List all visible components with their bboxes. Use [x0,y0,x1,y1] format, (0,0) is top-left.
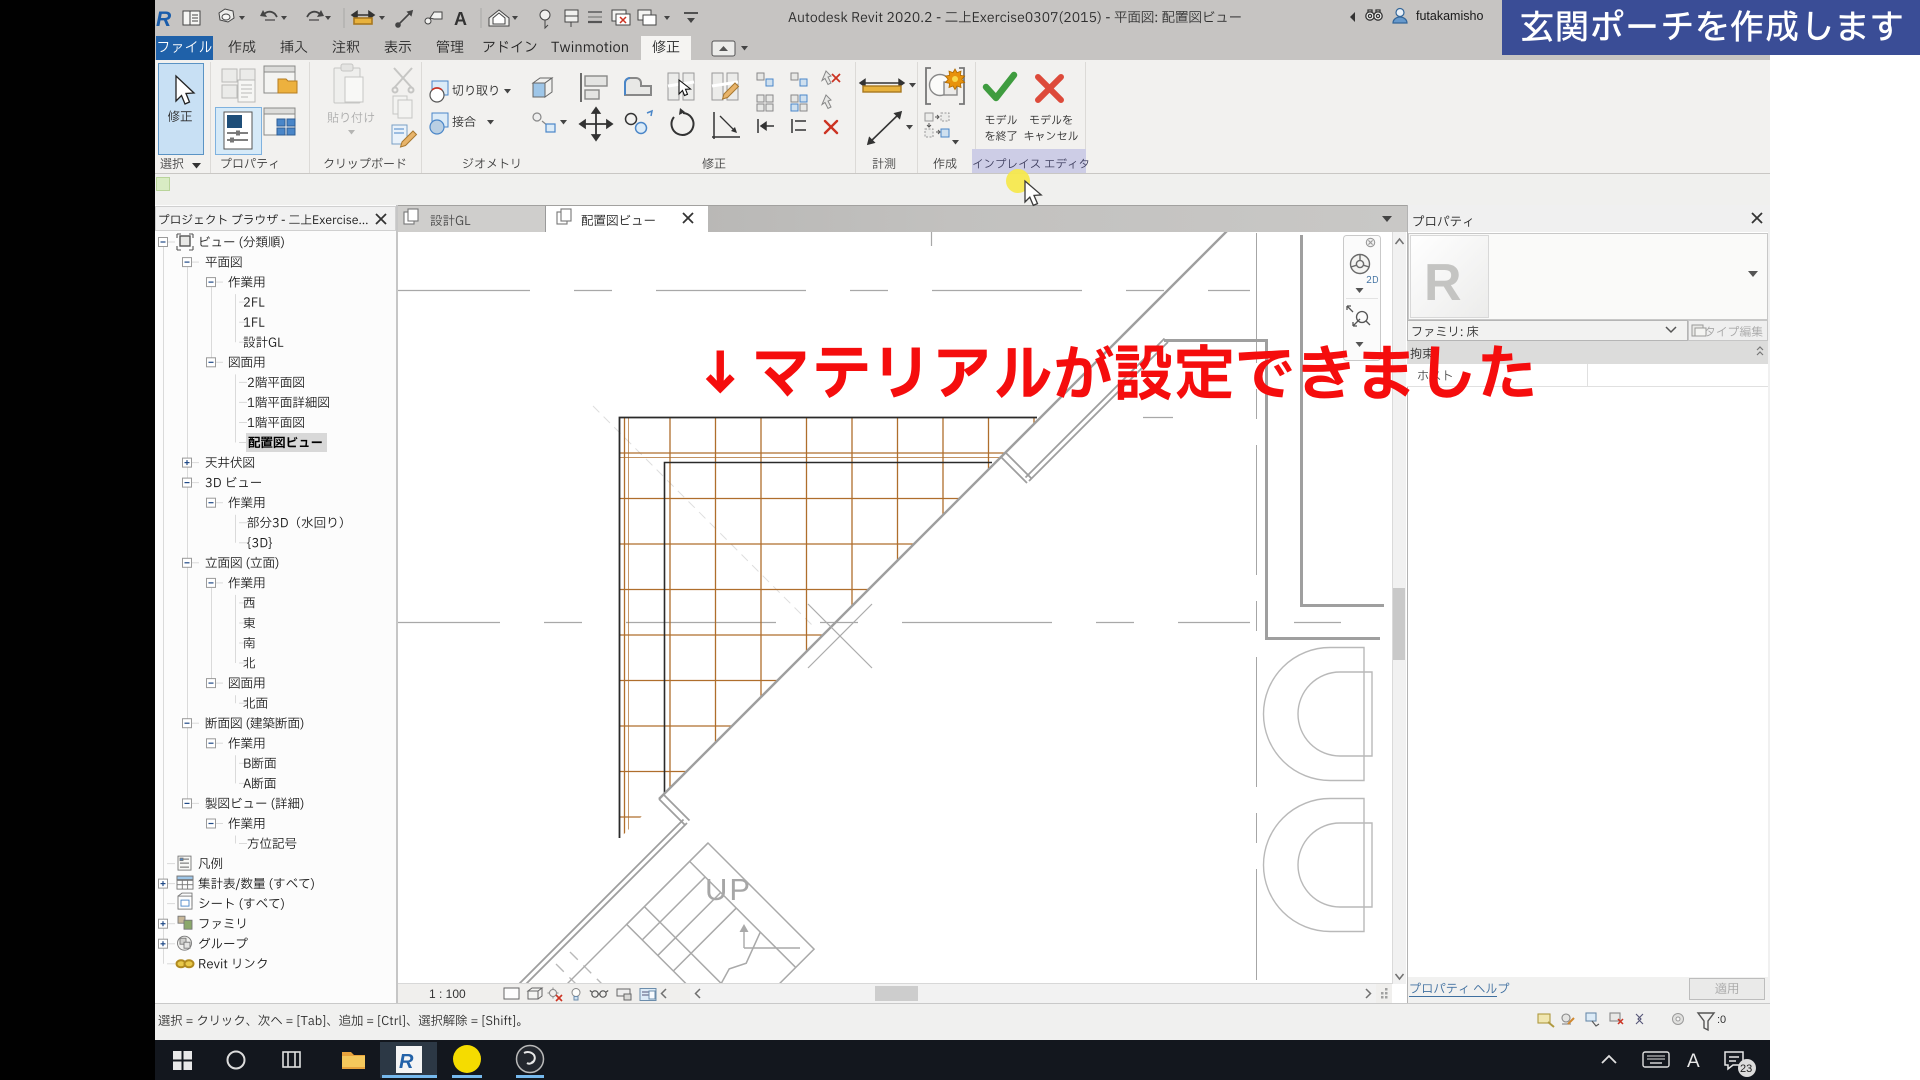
svg-text:R: R [399,1051,414,1073]
svg-text:R: R [156,8,172,31]
svg-text:R: R [1424,254,1462,312]
svg-text:23: 23 [1740,1063,1752,1075]
svg-text:A: A [454,9,467,29]
svg-text:A: A [1687,1051,1700,1072]
